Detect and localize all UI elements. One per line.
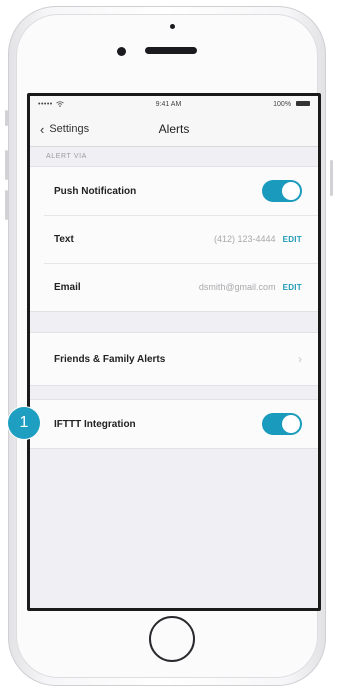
toggle-knob [282,182,300,200]
ifttt-integration-toggle[interactable] [262,413,302,435]
friends-family-alerts-label: Friends & Family Alerts [54,353,166,365]
ifttt-group: IFTTT Integration [30,399,318,449]
section-header-alert-via: ALERT VIA [30,147,318,166]
battery-percent: 100% [273,100,292,108]
toggle-knob [282,415,300,433]
callout-badge: 1 [8,407,40,439]
home-button[interactable] [149,616,195,662]
front-camera-icon [117,47,126,56]
text-phone-value: (412) 123-4444 [214,234,276,244]
volume-down-button [5,190,8,220]
proximity-sensor [170,24,175,29]
volume-up-button [5,150,8,180]
back-button[interactable]: ‹ Settings [30,122,89,137]
status-bar: ••••• 9:41 AM 100% [30,96,318,112]
earpiece-speaker [145,47,197,54]
mute-switch [5,110,8,126]
wifi-icon [56,101,64,107]
email-row: Email dsmith@gmail.com EDIT [30,263,318,311]
section-spacer [30,386,318,399]
friends-group: Friends & Family Alerts › [30,332,318,386]
alerts-screen: ••••• 9:41 AM 100% ‹ Settings Alerts ALE… [30,96,318,608]
carrier-dots: ••••• [38,100,53,108]
email-label: Email [54,281,81,293]
battery-indicator: 100% [273,101,310,108]
edit-email-button[interactable]: EDIT [283,283,302,292]
push-notification-toggle[interactable] [262,180,302,202]
status-time: 9:41 AM [155,100,182,108]
power-button [330,160,333,196]
push-notification-row: Push Notification [30,167,318,215]
alert-via-group: Push Notification Text (412) 123-4444 ED… [30,166,318,312]
ifttt-integration-label: IFTTT Integration [54,418,136,430]
friends-family-alerts-row[interactable]: Friends & Family Alerts › [30,333,318,385]
text-row: Text (412) 123-4444 EDIT [30,215,318,263]
ifttt-integration-row: IFTTT Integration [30,400,318,448]
push-notification-label: Push Notification [54,185,137,197]
signal-indicator: ••••• [38,101,64,108]
chevron-left-icon: ‹ [40,121,45,137]
navigation-bar: ‹ Settings Alerts [30,112,318,147]
chevron-right-icon: › [298,352,302,366]
battery-icon [296,101,310,107]
text-label: Text [54,233,74,245]
email-value: dsmith@gmail.com [198,282,276,292]
edit-text-button[interactable]: EDIT [283,235,302,244]
back-label: Settings [49,123,90,135]
phone-screen: ••••• 9:41 AM 100% ‹ Settings Alerts ALE… [27,93,321,611]
section-spacer [30,312,318,332]
